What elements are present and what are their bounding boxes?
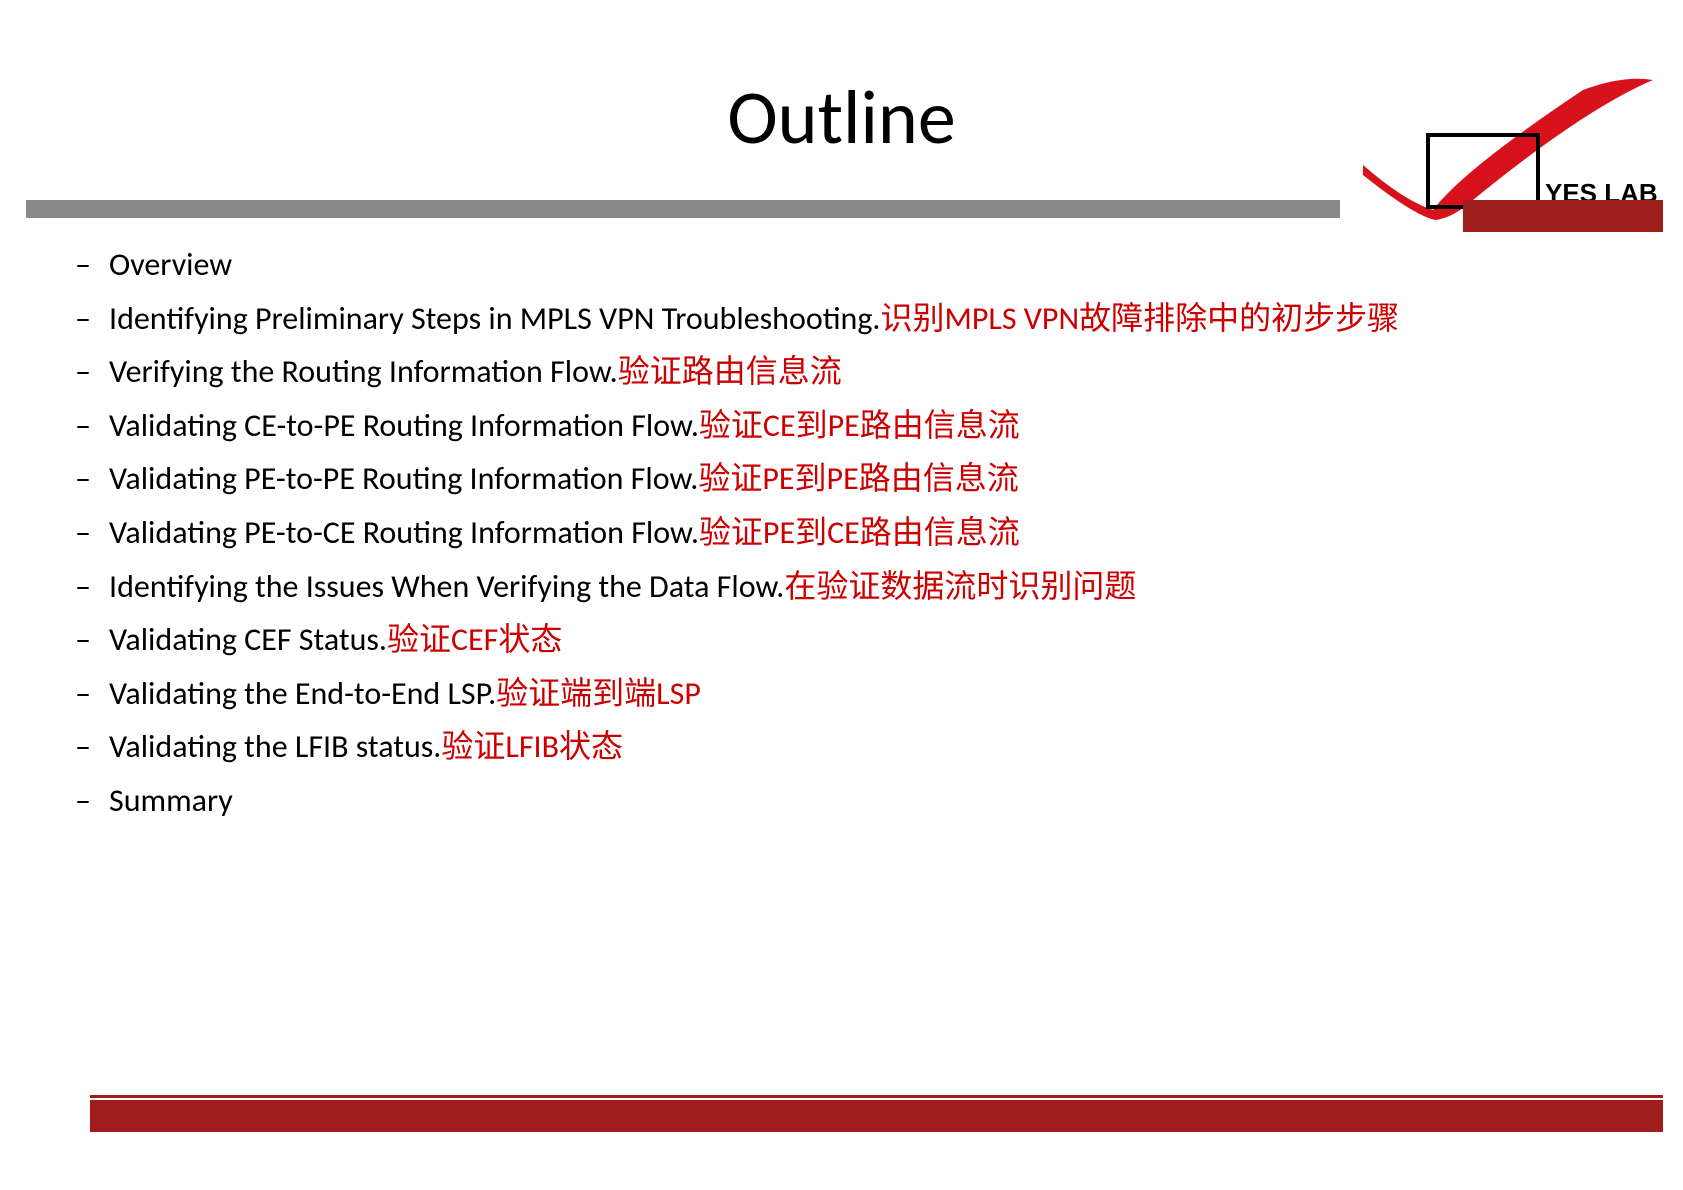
bullet-item: – Summary [75,776,1633,826]
bullet-dash: – [75,294,109,344]
header-red-block [1463,200,1663,232]
bullet-item: – Validating the End-to-End LSP.验证端到端LSP [75,669,1633,719]
bullet-text: Validating the LFIB status.验证LFIB状态 [109,722,1633,772]
bullet-text: Verifying the Routing Information Flow.验… [109,347,1633,397]
bullet-item: – Validating CEF Status.验证CEF状态 [75,615,1633,665]
bullet-text: Identifying Preliminary Steps in MPLS VP… [109,294,1633,344]
bullet-text: Validating PE-to-PE Routing Information … [109,454,1633,504]
bullet-text: Summary [109,776,1633,826]
footer-bar [90,1100,1663,1132]
bullet-dash: – [75,347,109,397]
title-area: Outline YES LAB [0,0,1683,225]
bullet-text: Validating CE-to-PE Routing Information … [109,401,1633,451]
bullet-item: – Validating PE-to-PE Routing Informatio… [75,454,1633,504]
bullet-item: – Validating the LFIB status.验证LFIB状态 [75,722,1633,772]
slide: Outline YES LAB – Overview – Identifying… [0,0,1683,1190]
bullet-dash: – [75,508,109,558]
bullet-dash: – [75,562,109,612]
bullet-list: – Overview – Identifying Preliminary Ste… [75,240,1633,830]
bullet-text: Validating the End-to-End LSP.验证端到端LSP [109,669,1633,719]
bullet-text: Validating PE-to-CE Routing Information … [109,508,1633,558]
footer-line [90,1095,1663,1098]
bullet-item: – Overview [75,240,1633,290]
bullet-dash: – [75,615,109,665]
logo: YES LAB [1323,70,1663,220]
bullet-dash: – [75,454,109,504]
bullet-dash: – [75,669,109,719]
bullet-item: – Identifying the Issues When Verifying … [75,562,1633,612]
bullet-text: Identifying the Issues When Verifying th… [109,562,1633,612]
bullet-item: – Validating PE-to-CE Routing Informatio… [75,508,1633,558]
yeslab-logo-icon: YES LAB [1323,70,1663,220]
header-gray-bar [26,200,1340,218]
bullet-dash: – [75,722,109,772]
bullet-text: Overview [109,240,1633,290]
bullet-text: Validating CEF Status.验证CEF状态 [109,615,1633,665]
bullet-item: – Identifying Preliminary Steps in MPLS … [75,294,1633,344]
bullet-dash: – [75,776,109,826]
bullet-item: – Verifying the Routing Information Flow… [75,347,1633,397]
bullet-item: – Validating CE-to-PE Routing Informatio… [75,401,1633,451]
bullet-dash: – [75,240,109,290]
bullet-dash: – [75,401,109,451]
